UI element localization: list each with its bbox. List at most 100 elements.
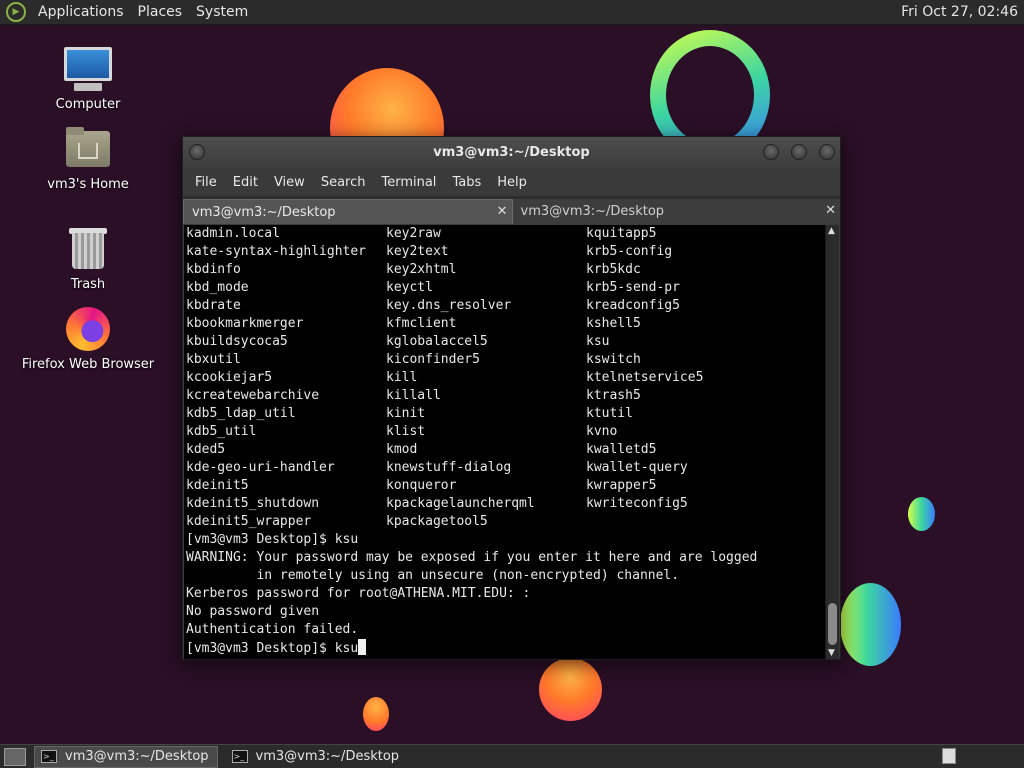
trash-icon: [64, 225, 112, 273]
scroll-up-icon[interactable]: ▲: [828, 226, 835, 236]
wallpaper-green-blob-small: [908, 497, 935, 531]
terminal-prompt-line: [vm3@vm3 Desktop]$ ksu: [186, 639, 827, 657]
listing-cell: kcreatewebarchive: [186, 388, 320, 403]
listing-cell: kded5: [186, 442, 226, 457]
applications-menu[interactable]: Applications: [32, 4, 132, 20]
desktop-icon-home[interactable]: vm3's Home: [13, 125, 163, 192]
bottom-panel: >_ vm3@vm3:~/Desktop >_ vm3@vm3:~/Deskto…: [0, 744, 1024, 768]
listing-cell: knewstuff-dialog: [386, 460, 512, 475]
desktop-icon-label: Trash: [70, 277, 106, 292]
listing-cell: kbdinfo: [186, 262, 241, 277]
listing-cell: kadmin.local: [186, 226, 280, 241]
listing-cell: kdeinit5_shutdown: [186, 496, 320, 511]
terminal-scrollbar[interactable]: ▲ ▼: [825, 225, 839, 659]
listing-row: kdeinit5_wrapper kpackagetool5: [186, 513, 827, 531]
listing-cell: ktutil: [586, 406, 633, 421]
terminal-line: [vm3@vm3 Desktop]$ ksu: [186, 532, 359, 547]
listing-cell: key2xhtml: [386, 262, 457, 277]
taskbar-item-2[interactable]: >_ vm3@vm3:~/Desktop: [226, 746, 408, 768]
listing-row: kdb5_util klist kvno: [186, 423, 827, 441]
minimize-icon[interactable]: [763, 144, 779, 160]
menu-tabs[interactable]: Tabs: [444, 175, 489, 190]
wallpaper-orange-blob-low: [539, 658, 602, 721]
listing-cell: kswitch: [586, 352, 641, 367]
taskbar-item-label: vm3@vm3:~/Desktop: [255, 749, 400, 764]
menu-view[interactable]: View: [266, 175, 313, 190]
scrollbar-thumb[interactable]: [828, 603, 837, 645]
tab-close-icon[interactable]: ✕: [497, 204, 508, 219]
listing-cell: kiconfinder5: [386, 352, 480, 367]
listing-row: kded5 kmod kwalletd5: [186, 441, 827, 459]
clock-text: Fri Oct 27, 02:46: [901, 4, 1018, 20]
listing-cell: keyctl: [386, 280, 433, 295]
listing-cell: key.dns_resolver: [386, 298, 512, 313]
terminal-line: No password given: [186, 604, 320, 619]
listing-cell: kmod: [386, 442, 418, 457]
desktop-icon-computer[interactable]: Computer: [13, 45, 163, 112]
listing-cell: kbuildsycoca5: [186, 334, 288, 349]
listing-cell: killall: [386, 388, 441, 403]
listing-cell: kpackagetool5: [386, 514, 488, 529]
menu-search[interactable]: Search: [313, 175, 374, 190]
menu-help[interactable]: Help: [489, 175, 535, 190]
show-desktop-icon[interactable]: [4, 747, 26, 766]
listing-cell: kinit: [386, 406, 426, 421]
listing-row: kbd_mode keyctl krb5-send-pr: [186, 279, 827, 297]
tab-bar: vm3@vm3:~/Desktop ✕ vm3@vm3:~/Desktop ✕: [183, 196, 840, 224]
listing-row: kdeinit5 konqueror kwrapper5: [186, 477, 827, 495]
listing-row: kbdinfo key2xhtml krb5kdc: [186, 261, 827, 279]
tab-1[interactable]: vm3@vm3:~/Desktop ✕: [183, 199, 513, 224]
top-panel: ▶ Applications Places System Fri Oct 27,…: [0, 0, 1024, 25]
listing-row: kdb5_ldap_util kinit ktutil: [186, 405, 827, 423]
places-menu[interactable]: Places: [132, 4, 191, 20]
desktop-icon-label: vm3's Home: [47, 177, 129, 192]
terminal-lines: [vm3@vm3 Desktop]$ ksu WARNING: Your pass…: [186, 531, 827, 639]
taskbar-item-1[interactable]: >_ vm3@vm3:~/Desktop: [34, 745, 218, 768]
workspace-switcher[interactable]: [942, 748, 956, 764]
desktop-icon-label: Computer: [55, 97, 121, 112]
listing-row: kbookmarkmerger kfmclient kshell5: [186, 315, 827, 333]
scroll-down-icon[interactable]: ▼: [828, 648, 835, 658]
listing-cell: kwriteconfig5: [586, 496, 688, 511]
window-titlebar[interactable]: vm3@vm3:~/Desktop: [183, 137, 840, 168]
listing-cell: kvno: [586, 424, 618, 439]
system-menu[interactable]: System: [190, 4, 256, 20]
listing-row: kbxutil kiconfinder5 kswitch: [186, 351, 827, 369]
maximize-icon[interactable]: [791, 144, 807, 160]
text-cursor: [358, 639, 367, 655]
listing-cell: kdb5_ldap_util: [186, 406, 296, 421]
close-icon[interactable]: [819, 144, 835, 160]
listing-cell: kbookmarkmerger: [186, 316, 304, 331]
clock[interactable]: Fri Oct 27, 02:46: [901, 4, 1024, 20]
desktop-icon-label: Firefox Web Browser: [21, 357, 155, 372]
listing-row: kcookiejar5 kill ktelnetservice5: [186, 369, 827, 387]
firefox-icon: [64, 305, 112, 353]
terminal-output[interactable]: kadmin.local key2raw kquitapp5 kate-syntax-…: [184, 225, 827, 659]
listing-row: kbuildsycoca5 kglobalaccel5 ksu: [186, 333, 827, 351]
listing-cell: konqueror: [386, 478, 457, 493]
desktop-icon-firefox[interactable]: Firefox Web Browser: [13, 305, 163, 372]
tab-2[interactable]: vm3@vm3:~/Desktop ✕: [512, 199, 840, 224]
listing-cell: krb5kdc: [586, 262, 641, 277]
menu-edit[interactable]: Edit: [225, 175, 266, 190]
tab-close-icon[interactable]: ✕: [825, 203, 836, 218]
computer-icon: [64, 45, 112, 93]
listing-cell: kpackagelauncherqml: [386, 496, 535, 511]
menu-terminal[interactable]: Terminal: [373, 175, 444, 190]
listing-cell: ktrash5: [586, 388, 641, 403]
listing-cell: kde-geo-uri-handler: [186, 460, 335, 475]
listing-cell: kbdrate: [186, 298, 241, 313]
terminal-line: Kerberos password for root@ATHENA.MIT.ED…: [186, 586, 531, 601]
listing-row: kcreatewebarchive killall ktrash5: [186, 387, 827, 405]
distro-logo-icon[interactable]: ▶: [6, 2, 26, 22]
terminal-window[interactable]: vm3@vm3:~/Desktop File Edit View Search …: [182, 136, 841, 660]
desktop-icon-trash[interactable]: Trash: [13, 225, 163, 292]
tab-label: vm3@vm3:~/Desktop: [520, 204, 665, 219]
menu-file[interactable]: File: [187, 175, 225, 190]
listing-cell: kdeinit5: [186, 478, 249, 493]
tab-label: vm3@vm3:~/Desktop: [192, 204, 336, 220]
terminal-icon: >_: [41, 750, 57, 763]
listing-cell: kate-syntax-highlighter: [186, 244, 367, 259]
listing-cell: kwrapper5: [586, 478, 657, 493]
listing-cell: krb5-send-pr: [586, 280, 680, 295]
